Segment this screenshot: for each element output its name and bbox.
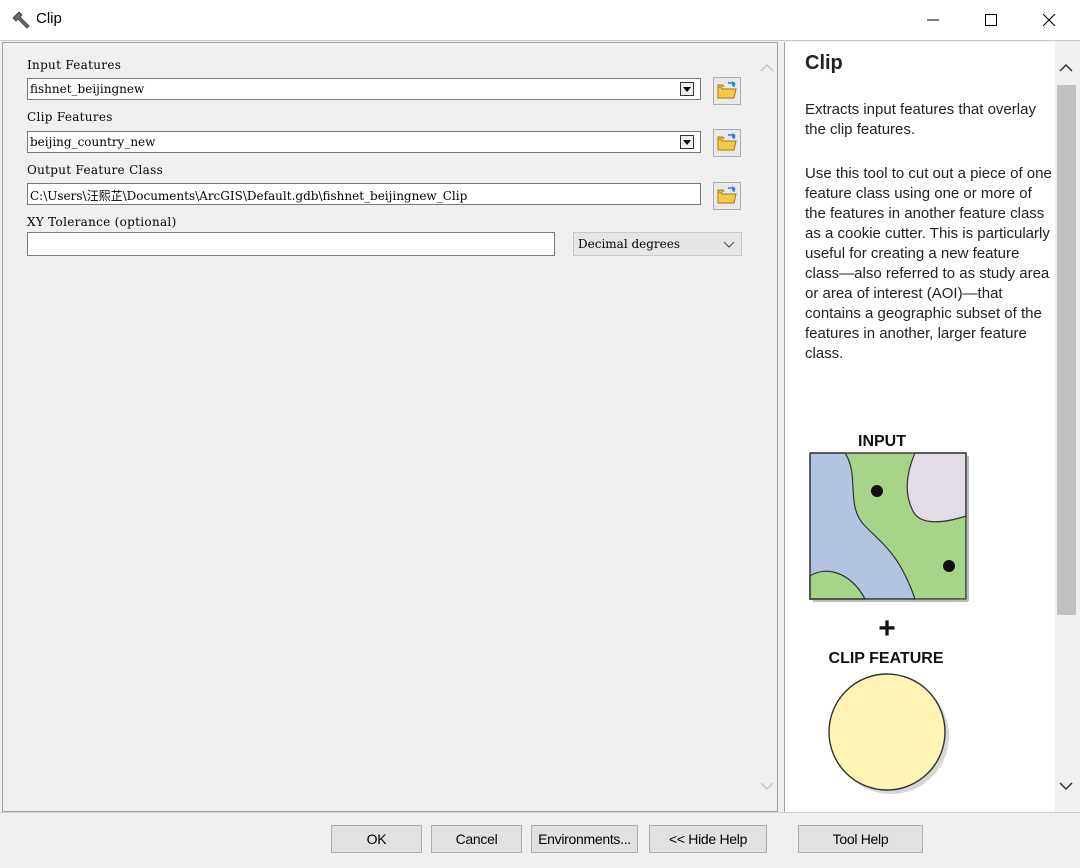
window-title: Clip <box>36 10 62 27</box>
help-panel: Clip Extracts input features that overla… <box>784 42 1080 812</box>
input-map-illustration <box>809 452 969 602</box>
title-bar: Clip <box>0 0 1080 40</box>
help-scrollbar-thumb[interactable] <box>1057 85 1076 615</box>
title-divider <box>0 40 1080 41</box>
help-scroll-down-icon[interactable] <box>1059 780 1073 792</box>
output-feature-class-label: Output Feature Class <box>27 163 164 177</box>
chevron-down-icon[interactable] <box>680 82 694 96</box>
scroll-down-icon[interactable] <box>759 780 775 792</box>
xy-tolerance-unit-select[interactable]: Decimal degrees <box>573 232 742 256</box>
xy-tolerance-label: XY Tolerance (optional) <box>27 215 177 229</box>
maximize-icon <box>985 14 997 26</box>
cancel-button[interactable]: Cancel <box>431 825 522 853</box>
input-features-value: fishnet_beijingnew <box>30 82 145 96</box>
clip-features-value: beijing_country_new <box>30 135 156 149</box>
output-feature-class-browse-button[interactable] <box>713 182 741 210</box>
clip-features-label: Clip Features <box>27 110 113 124</box>
help-summary: Extracts input features that overlay the… <box>805 101 1036 138</box>
clip-features-combo[interactable]: beijing_country_new <box>27 131 701 153</box>
parameters-panel <box>2 42 778 812</box>
clip-feature-illustration <box>828 673 949 794</box>
diagram-input-label: INPUT <box>858 433 906 450</box>
input-features-combo[interactable]: fishnet_beijingnew <box>27 78 701 100</box>
diagram-clip-label: CLIP FEATURE <box>829 650 944 667</box>
chevron-down-icon[interactable] <box>680 135 694 149</box>
xy-tolerance-input[interactable] <box>27 232 555 256</box>
diagram-minus: - <box>884 798 894 812</box>
help-scroll-up-icon[interactable] <box>1059 62 1073 74</box>
input-features-label: Input Features <box>27 58 122 72</box>
hammer-icon <box>12 11 30 29</box>
output-feature-class-input[interactable]: C:\Users\汪熙芷\Documents\ArcGIS\Default.gd… <box>27 183 701 205</box>
help-title: Clip <box>805 52 843 74</box>
close-icon <box>1043 14 1055 26</box>
clip-features-browse-button[interactable] <box>713 129 741 157</box>
scroll-up-icon[interactable] <box>759 62 775 74</box>
xy-tolerance-unit-value: Decimal degrees <box>578 237 681 251</box>
chevron-down-icon <box>723 241 735 248</box>
tool-help-button[interactable]: Tool Help <box>798 825 923 853</box>
input-features-browse-button[interactable] <box>713 77 741 105</box>
maximize-button[interactable] <box>962 0 1020 40</box>
output-feature-class-value: C:\Users\汪熙芷\Documents\ArcGIS\Default.gd… <box>30 189 468 203</box>
folder-icon <box>717 186 737 204</box>
environments-button[interactable]: Environments... <box>531 825 638 853</box>
folder-icon <box>717 133 737 151</box>
clip-diagram: INPUT + CLIP FEATURE - <box>809 433 969 812</box>
minimize-button[interactable] <box>904 0 962 40</box>
folder-icon <box>717 81 737 99</box>
ok-button[interactable]: OK <box>331 825 422 853</box>
minimize-icon <box>927 19 939 21</box>
help-body: Use this tool to cut out a piece of one … <box>805 165 1052 362</box>
diagram-plus: + <box>878 612 896 645</box>
close-button[interactable] <box>1020 0 1078 40</box>
hide-help-button[interactable]: << Hide Help <box>649 825 767 853</box>
